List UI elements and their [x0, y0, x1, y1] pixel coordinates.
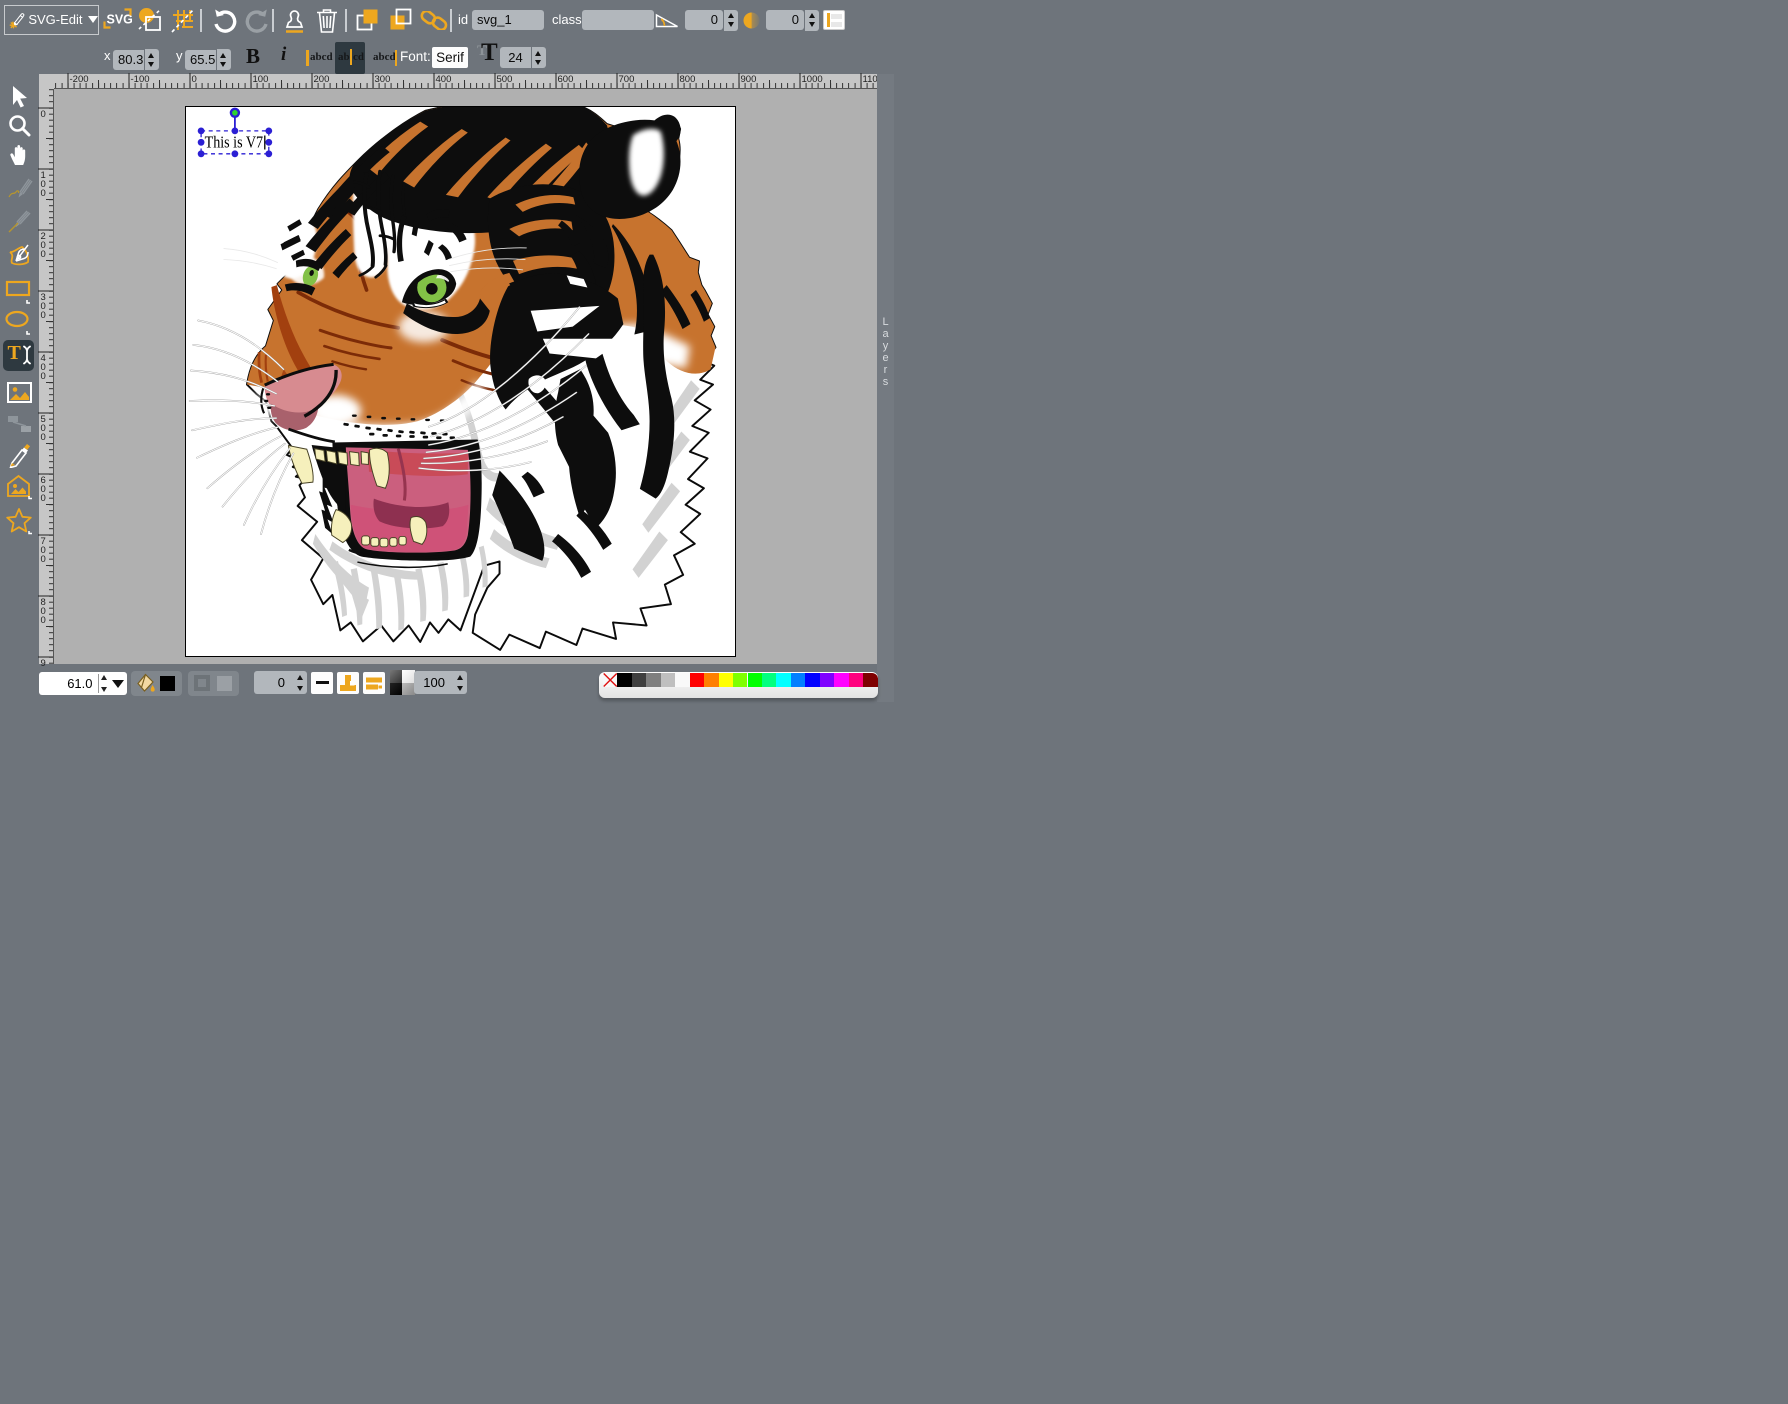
- svg-text:This is V7: This is V7: [205, 133, 264, 152]
- svg-text:SVG: SVG: [107, 13, 133, 27]
